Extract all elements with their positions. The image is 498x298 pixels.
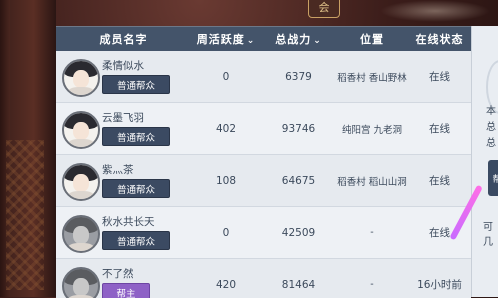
background-left: [0, 0, 56, 297]
avatar[interactable]: [62, 59, 100, 97]
header-power-label: 总战力: [275, 33, 312, 46]
activity-value: 0: [222, 226, 230, 239]
header-name: 成员名字: [99, 33, 148, 46]
activity-value: 402: [215, 122, 237, 135]
top-glow: [380, 0, 490, 22]
side-text: 总: [486, 122, 496, 133]
activity-value: 0: [222, 70, 230, 83]
role-badge: 普通帮众: [102, 231, 170, 250]
member-list-panel: 成员名字 周活跃度 ⌄ 总战力 ⌄ 位置 在线状态 柔情似水 普通帮众 0 6379…: [56, 26, 471, 298]
location-value: 稻香村 香山野林: [337, 72, 407, 84]
avatar[interactable]: [62, 111, 100, 149]
activity-value: 420: [215, 278, 237, 291]
role-badge: 普通帮众: [102, 75, 170, 94]
name-cell: 云墨飞羽 普通帮众: [56, 103, 191, 154]
role-badge-leader: 帮主: [102, 283, 150, 298]
side-button[interactable]: 帮: [488, 160, 498, 196]
table-row[interactable]: 不了然 帮主 420 81464 - 16小时前: [56, 259, 471, 298]
status-value: 在线: [429, 71, 450, 83]
power-value: 64675: [281, 174, 316, 187]
location-value: -: [370, 227, 374, 238]
guild-badge: 会: [308, 0, 340, 18]
status-value: 在线: [429, 175, 450, 187]
avatar[interactable]: [62, 215, 100, 253]
header-power-sort[interactable]: 总战力 ⌄: [261, 31, 336, 47]
header-location: 位置: [360, 33, 384, 46]
status-value: 在线: [429, 123, 450, 135]
location-value: -: [370, 279, 374, 290]
chevron-down-icon: ⌄: [246, 36, 256, 46]
table-row[interactable]: 紫灬茶 普通帮众 108 64675 稻香村 稻山山洞 在线: [56, 155, 471, 207]
table-header: 成员名字 周活跃度 ⌄ 总战力 ⌄ 位置 在线状态: [56, 27, 471, 51]
header-activity-label: 周活跃度: [196, 33, 245, 46]
header-activity-sort[interactable]: 周活跃度 ⌄: [191, 31, 261, 47]
name-cell: 秋水共长天 普通帮众: [56, 207, 191, 258]
member-name: 柔情似水: [102, 60, 144, 72]
member-name: 秋水共长天: [102, 216, 155, 228]
chevron-down-icon: ⌄: [313, 36, 322, 46]
side-info-panel: 本 总 总 帮 可几: [471, 26, 498, 297]
side-text: 本: [486, 106, 496, 117]
name-cell: 不了然 帮主: [56, 259, 191, 298]
role-badge: 普通帮众: [102, 127, 170, 146]
power-value: 93746: [281, 122, 316, 135]
name-cell: 紫灬茶 普通帮众: [56, 155, 191, 206]
avatar[interactable]: [62, 163, 100, 201]
power-value: 42509: [281, 226, 316, 239]
avatar[interactable]: [62, 267, 100, 298]
activity-value: 108: [215, 174, 237, 187]
table-row[interactable]: 柔情似水 普通帮众 0 6379 稻香村 香山野林 在线: [56, 51, 471, 103]
status-value: 16小时前: [417, 279, 462, 291]
member-name: 云墨飞羽: [102, 112, 144, 124]
role-badge: 普通帮众: [102, 179, 170, 198]
side-text: 总: [486, 138, 496, 149]
side-text: 可几: [483, 222, 493, 248]
member-name: 紫灬茶: [102, 164, 134, 176]
name-cell: 柔情似水 普通帮众: [56, 51, 191, 102]
location-value: 稻香村 稻山山洞: [337, 176, 407, 188]
table-row[interactable]: 云墨飞羽 普通帮众 402 93746 纯阳宫 九老洞 在线: [56, 103, 471, 155]
lattice-pattern: [6, 140, 44, 290]
power-value: 81464: [281, 278, 316, 291]
power-value: 6379: [285, 70, 312, 83]
member-rows: 柔情似水 普通帮众 0 6379 稻香村 香山野林 在线 云墨飞羽 普通帮众 4…: [56, 51, 471, 298]
member-name: 不了然: [102, 268, 134, 280]
header-status: 在线状态: [415, 33, 464, 46]
location-value: 纯阳宫 九老洞: [341, 124, 403, 136]
table-row[interactable]: 秋水共长天 普通帮众 0 42509 - 在线: [56, 207, 471, 259]
